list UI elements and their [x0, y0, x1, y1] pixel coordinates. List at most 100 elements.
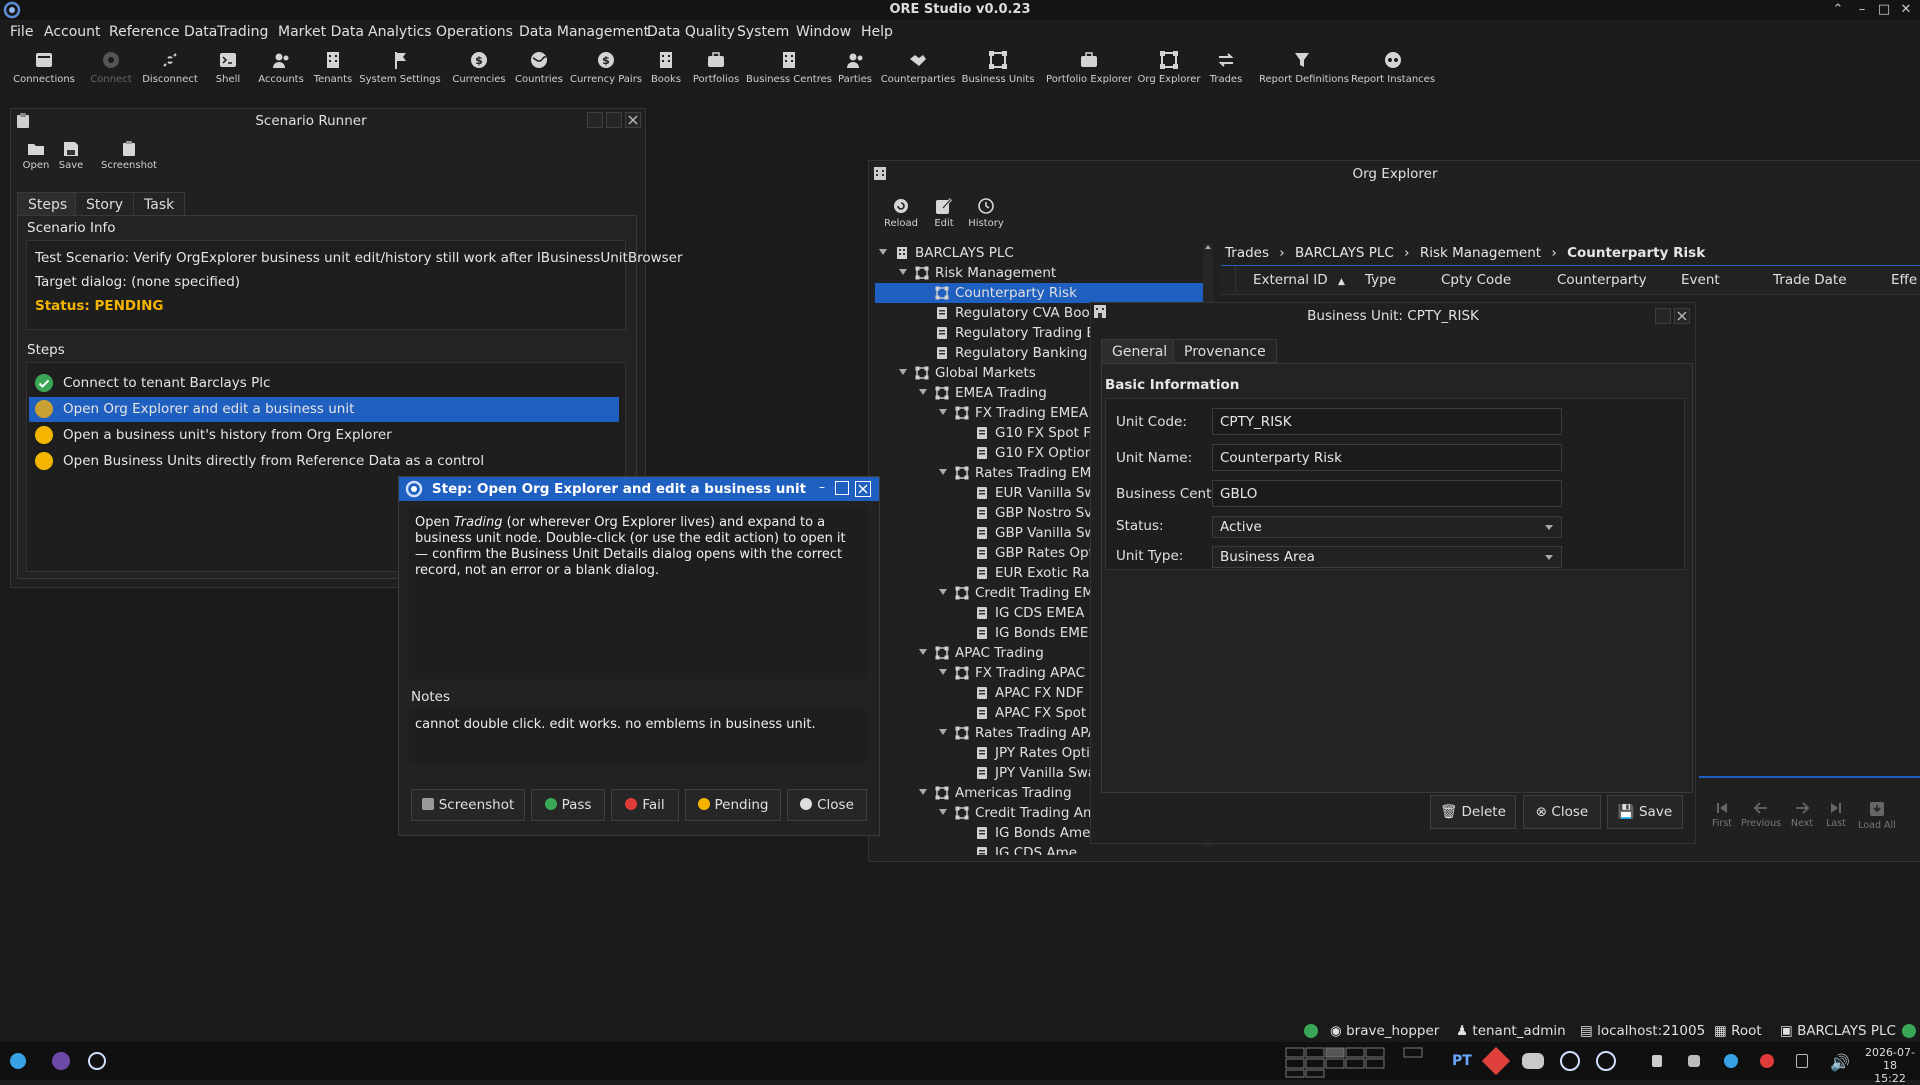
delete-button[interactable]: 🗑 Delete: [1430, 795, 1516, 829]
load-all-button[interactable]: Load All: [1855, 801, 1899, 831]
menu-file[interactable]: File: [10, 24, 33, 40]
step-row[interactable]: Open Business Units directly from Refere…: [29, 449, 619, 474]
step-row[interactable]: Connect to tenant Barclays Plc: [29, 371, 619, 396]
col-counterparty[interactable]: Counterparty: [1557, 272, 1647, 288]
col-cpty-code[interactable]: Cpty Code: [1441, 272, 1511, 288]
power-icon[interactable]: [1760, 1054, 1774, 1068]
business-centre-input[interactable]: GBLO: [1212, 480, 1562, 507]
chevron-down-icon[interactable]: [919, 389, 927, 395]
unit-type-select[interactable]: Business Area: [1212, 546, 1562, 568]
menu-data-management[interactable]: Data Management: [519, 24, 649, 40]
reload-button[interactable]: Reload: [883, 197, 919, 229]
start-menu-icon[interactable]: [10, 1053, 26, 1069]
history-button[interactable]: History: [966, 197, 1006, 229]
open-button[interactable]: Open: [21, 141, 51, 171]
panel-close-button[interactable]: [625, 112, 641, 128]
tree-node[interactable]: Counterparty Risk: [875, 283, 1205, 303]
taskbar-clock[interactable]: 2026-07-18 15:22: [1862, 1046, 1918, 1085]
panel-float-button[interactable]: [606, 112, 622, 128]
notes-textarea[interactable]: cannot double click. edit works. no embl…: [409, 709, 867, 763]
menu-analytics[interactable]: Analytics: [368, 24, 432, 40]
step-dialog-close-button[interactable]: [855, 481, 871, 497]
toolbar-portfolio-explorer-button[interactable]: Portfolio Explorer: [1046, 50, 1132, 94]
chevron-down-icon[interactable]: [939, 669, 947, 675]
chevron-down-icon[interactable]: [919, 789, 927, 795]
toolbar-report-definitions-button[interactable]: Report Definitions: [1259, 50, 1349, 94]
step-row[interactable]: Open Org Explorer and edit a business un…: [29, 397, 619, 422]
sync-icon[interactable]: [1724, 1054, 1738, 1068]
close-window-button[interactable]: ✕: [1898, 2, 1914, 18]
screenshot-step-button[interactable]: Screenshot: [411, 789, 525, 821]
next-page-button[interactable]: Next: [1787, 801, 1817, 829]
dialog-float-button[interactable]: [1655, 308, 1671, 324]
toolbar-counterparties-button[interactable]: Counterparties: [875, 50, 961, 94]
col-event[interactable]: Event: [1681, 272, 1720, 288]
step-dialog-maximize-button[interactable]: [835, 481, 849, 495]
chevron-down-icon[interactable]: [939, 589, 947, 595]
tab-general[interactable]: General: [1101, 339, 1179, 363]
toolbar-report-instances-button[interactable]: Report Instances: [1350, 50, 1436, 94]
breadcrumb-barclays[interactable]: BARCLAYS PLC: [1295, 245, 1394, 261]
pending-button[interactable]: Pending: [685, 789, 781, 821]
lock-icon[interactable]: [1652, 1055, 1662, 1067]
fail-button[interactable]: Fail: [611, 789, 679, 821]
ore-studio-taskbar-icon[interactable]: [88, 1052, 106, 1070]
pt-app-icon[interactable]: PT: [1452, 1053, 1472, 1069]
menu-market-data[interactable]: Market Data: [278, 24, 364, 40]
chevron-down-icon[interactable]: [939, 729, 947, 735]
toolbar-system-settings-button[interactable]: System Settings: [357, 50, 443, 94]
toolbar-trades-button[interactable]: Trades: [1183, 50, 1269, 94]
unit-name-input[interactable]: Counterparty Risk: [1212, 444, 1562, 471]
breadcrumb-risk-management[interactable]: Risk Management: [1420, 245, 1541, 261]
launcher-icon[interactable]: [52, 1052, 70, 1070]
pass-button[interactable]: Pass: [531, 789, 605, 821]
menu-help[interactable]: Help: [861, 24, 893, 40]
menu-operations[interactable]: Operations: [436, 24, 513, 40]
close-button[interactable]: ⊗ Close: [1523, 795, 1601, 829]
discord-icon[interactable]: [1522, 1053, 1544, 1069]
expand-window-icon[interactable]: ⌃: [1830, 2, 1846, 18]
volume-icon[interactable]: 🔊: [1830, 1053, 1850, 1072]
save-button[interactable]: Save: [56, 141, 86, 171]
col-trade-date[interactable]: Trade Date: [1773, 272, 1847, 288]
ore-studio-tray-icon[interactable]: [1560, 1051, 1580, 1071]
first-page-button[interactable]: First: [1707, 801, 1737, 829]
network-icon[interactable]: [1688, 1055, 1700, 1067]
col-type[interactable]: Type: [1365, 272, 1396, 288]
ore-studio-tray-icon-2[interactable]: [1596, 1051, 1616, 1071]
maximize-window-button[interactable]: □: [1876, 2, 1892, 18]
unit-code-input[interactable]: CPTY_RISK: [1212, 408, 1562, 435]
tree-node[interactable]: Risk Management: [875, 263, 1205, 283]
toolbar-business-units-button[interactable]: Business Units: [955, 50, 1041, 94]
tab-task[interactable]: Task: [133, 192, 186, 216]
workspace-pager[interactable]: [1284, 1046, 1424, 1078]
step-row[interactable]: Open a business unit's history from Org …: [29, 423, 619, 448]
close-step-button[interactable]: Close: [787, 789, 867, 821]
tab-steps[interactable]: Steps: [17, 192, 79, 216]
menu-window[interactable]: Window: [796, 24, 851, 40]
col-external-id[interactable]: External ID ▲: [1253, 272, 1345, 288]
chevron-down-icon[interactable]: [939, 809, 947, 815]
edit-button[interactable]: Edit: [929, 197, 959, 229]
step-dialog-minimize-button[interactable]: –: [815, 481, 829, 495]
col-effective[interactable]: Effe: [1891, 272, 1917, 288]
chevron-down-icon[interactable]: [899, 269, 907, 275]
minimize-window-button[interactable]: –: [1854, 2, 1870, 18]
dialog-close-button[interactable]: [1674, 308, 1690, 324]
chevron-down-icon[interactable]: [939, 409, 947, 415]
git-app-icon[interactable]: [1481, 1046, 1511, 1076]
scroll-up-arrow-icon[interactable]: [1204, 243, 1212, 253]
menu-account[interactable]: Account: [44, 24, 101, 40]
panel-minimize-button[interactable]: [587, 112, 603, 128]
menu-system[interactable]: System: [737, 24, 789, 40]
chevron-down-icon[interactable]: [919, 649, 927, 655]
chevron-down-icon[interactable]: [879, 249, 887, 255]
previous-page-button[interactable]: Previous: [1739, 801, 1783, 829]
screenshot-button[interactable]: Screenshot: [99, 141, 159, 171]
status-select[interactable]: Active: [1212, 516, 1562, 538]
menu-reference-data[interactable]: Reference Data: [109, 24, 217, 40]
menu-trading[interactable]: Trading: [217, 24, 268, 40]
tree-node[interactable]: IG CDS Ame: [875, 843, 1205, 855]
tab-story[interactable]: Story: [75, 192, 134, 216]
breadcrumb-trades[interactable]: Trades: [1225, 245, 1269, 261]
